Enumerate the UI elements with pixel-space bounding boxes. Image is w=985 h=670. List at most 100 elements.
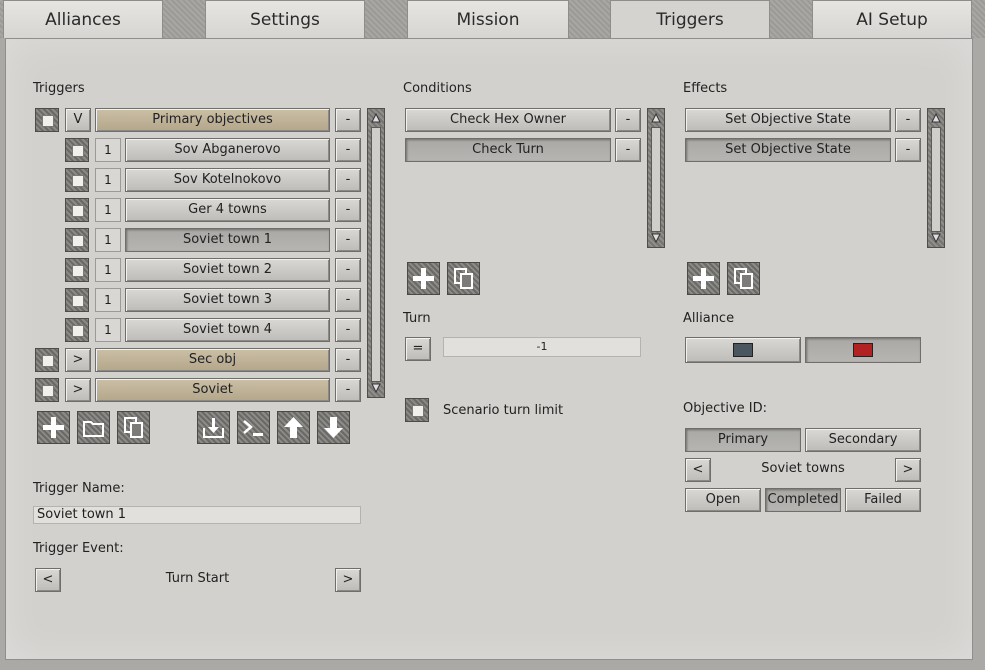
add-condition-button[interactable] (407, 262, 440, 295)
remove-trigger-button[interactable]: - (335, 108, 361, 132)
remove-trigger-button[interactable]: - (335, 258, 361, 282)
scenario-turn-limit-checkbox[interactable] (405, 398, 429, 422)
objective-secondary-button[interactable]: Secondary (805, 428, 921, 452)
scroll-thumb[interactable] (371, 127, 381, 382)
effect-set-objective-state[interactable]: Set Objective State (685, 108, 891, 132)
state-failed-button[interactable]: Failed (845, 488, 921, 512)
remove-trigger-button[interactable]: - (335, 228, 361, 252)
arrow-down-icon (324, 417, 343, 438)
trigger-group-toggle[interactable]: > (65, 348, 91, 372)
tab-settings[interactable]: Settings (205, 0, 365, 38)
copy-condition-button[interactable] (447, 262, 480, 295)
trigger-checkbox[interactable] (65, 138, 89, 162)
remove-trigger-button[interactable]: - (335, 288, 361, 312)
objective-next-button[interactable]: > (895, 458, 921, 482)
turn-value-input[interactable]: -1 (443, 337, 641, 357)
trigger-item[interactable]: Soviet town 2 (125, 258, 330, 282)
scroll-thumb[interactable] (931, 127, 941, 232)
trigger-repeat-count[interactable]: 1 (95, 198, 121, 222)
trigger-checkbox[interactable] (35, 348, 59, 372)
trigger-checkbox[interactable] (65, 318, 89, 342)
trigger-item[interactable]: Soviet town 4 (125, 318, 330, 342)
trigger-repeat-count[interactable]: 1 (95, 318, 121, 342)
folder-icon (83, 421, 104, 437)
trigger-scrollbar[interactable] (367, 108, 385, 398)
add-trigger-button[interactable] (37, 411, 70, 444)
trigger-item[interactable]: Soviet town 1 (125, 228, 330, 252)
condition-check-turn[interactable]: Check Turn (405, 138, 611, 162)
trigger-group-toggle[interactable]: V (65, 108, 91, 132)
scroll-down-icon[interactable] (371, 383, 381, 393)
effects-scrollbar[interactable] (927, 108, 945, 248)
remove-trigger-button[interactable]: - (335, 198, 361, 222)
trigger-event-prev-button[interactable]: < (35, 568, 61, 592)
remove-trigger-button[interactable]: - (335, 378, 361, 402)
remove-trigger-button[interactable]: - (335, 348, 361, 372)
conditions-heading: Conditions (403, 81, 472, 96)
remove-condition-button[interactable]: - (615, 138, 641, 162)
trigger-checkbox[interactable] (35, 378, 59, 402)
add-folder-button[interactable] (77, 411, 110, 444)
remove-trigger-button[interactable]: - (335, 138, 361, 162)
effects-heading: Effects (683, 81, 728, 96)
scroll-up-icon[interactable] (371, 113, 381, 123)
move-down-button[interactable] (317, 411, 350, 444)
trigger-item[interactable]: Sov Kotelnokovo (125, 168, 330, 192)
scenario-turn-limit-label: Scenario turn limit (443, 403, 564, 418)
objective-id-label: Objective ID: (683, 401, 767, 416)
trigger-item[interactable]: Sov Abganerovo (125, 138, 330, 162)
alliance-label: Alliance (683, 311, 735, 326)
scroll-up-icon[interactable] (651, 113, 661, 123)
trigger-checkbox[interactable] (65, 198, 89, 222)
copy-effect-button[interactable] (727, 262, 760, 295)
trigger-checkbox[interactable] (65, 258, 89, 282)
trigger-checkbox[interactable] (35, 108, 59, 132)
alliance-blue-button[interactable] (685, 337, 801, 363)
trigger-event-next-button[interactable]: > (335, 568, 361, 592)
move-up-button[interactable] (277, 411, 310, 444)
trigger-group[interactable]: Primary objectives (95, 108, 330, 132)
trigger-repeat-count[interactable]: 1 (95, 288, 121, 312)
trigger-checkbox[interactable] (65, 228, 89, 252)
remove-condition-button[interactable]: - (615, 108, 641, 132)
conditions-scrollbar[interactable] (647, 108, 665, 248)
tab-mission[interactable]: Mission (407, 0, 569, 38)
tab-triggers[interactable]: Triggers (610, 0, 770, 40)
remove-trigger-button[interactable]: - (335, 318, 361, 342)
effect-set-objective-state[interactable]: Set Objective State (685, 138, 891, 162)
trigger-repeat-count[interactable]: 1 (95, 258, 121, 282)
import-button[interactable] (197, 411, 230, 444)
console-icon (243, 420, 263, 436)
tab-ai-setup[interactable]: AI Setup (812, 0, 972, 38)
objective-primary-button[interactable]: Primary (685, 428, 801, 452)
trigger-item[interactable]: Soviet town 3 (125, 288, 330, 312)
remove-effect-button[interactable]: - (895, 138, 921, 162)
trigger-group[interactable]: Soviet (95, 378, 330, 402)
trigger-repeat-count[interactable]: 1 (95, 228, 121, 252)
trigger-checkbox[interactable] (65, 288, 89, 312)
tab-alliances[interactable]: Alliances (3, 0, 163, 38)
trigger-repeat-count[interactable]: 1 (95, 168, 121, 192)
objective-value: Soviet towns (761, 461, 845, 476)
scroll-up-icon[interactable] (931, 113, 941, 123)
trigger-item[interactable]: Ger 4 towns (125, 198, 330, 222)
add-effect-button[interactable] (687, 262, 720, 295)
state-completed-button[interactable]: Completed (765, 488, 841, 512)
trigger-repeat-count[interactable]: 1 (95, 138, 121, 162)
condition-check-hex-owner[interactable]: Check Hex Owner (405, 108, 611, 132)
remove-trigger-button[interactable]: - (335, 168, 361, 192)
scroll-down-icon[interactable] (931, 233, 941, 243)
copy-trigger-button[interactable] (117, 411, 150, 444)
trigger-group-toggle[interactable]: > (65, 378, 91, 402)
trigger-group[interactable]: Sec obj (95, 348, 330, 372)
objective-prev-button[interactable]: < (685, 458, 711, 482)
alliance-red-button[interactable] (805, 337, 921, 363)
trigger-name-input[interactable]: Soviet town 1 (33, 506, 361, 524)
state-open-button[interactable]: Open (685, 488, 761, 512)
scroll-thumb[interactable] (651, 127, 661, 232)
scroll-down-icon[interactable] (651, 233, 661, 243)
turn-operator-button[interactable]: = (405, 337, 431, 361)
console-button[interactable] (237, 411, 270, 444)
remove-effect-button[interactable]: - (895, 108, 921, 132)
trigger-checkbox[interactable] (65, 168, 89, 192)
